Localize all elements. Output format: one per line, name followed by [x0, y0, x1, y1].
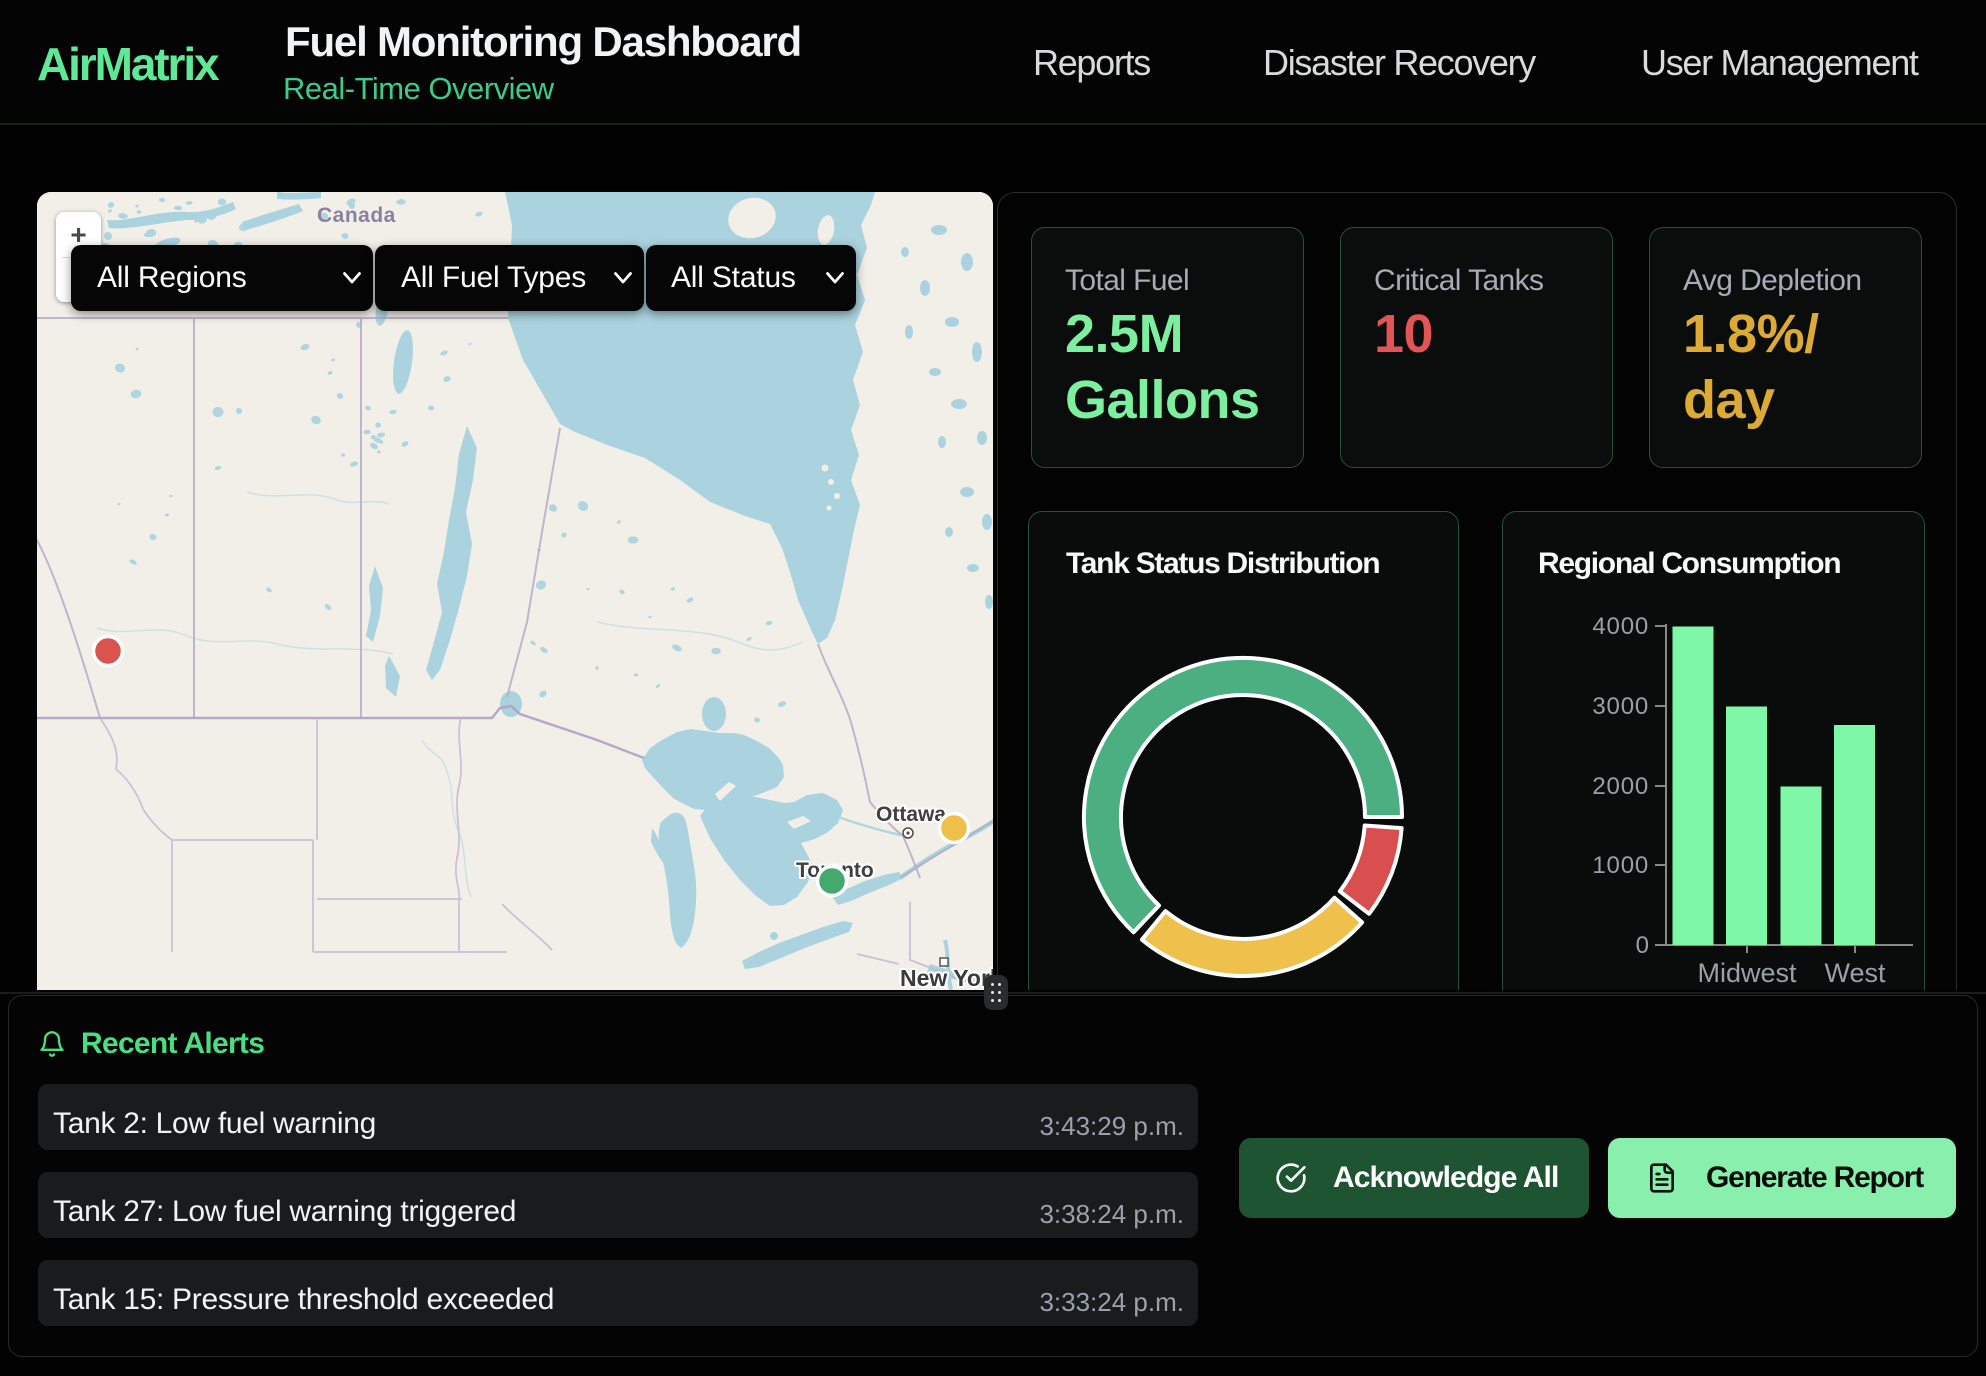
svg-text:Ottawa: Ottawa	[876, 803, 946, 826]
svg-text:Canada: Canada	[317, 204, 396, 227]
svg-text:1000: 1000	[1592, 852, 1649, 879]
svg-text:West: West	[1824, 958, 1886, 988]
svg-text:0: 0	[1636, 932, 1649, 959]
svg-text:4000: 4000	[1592, 613, 1649, 640]
svg-text:Midwest: Midwest	[1697, 958, 1797, 988]
svg-text:New York: New York	[900, 965, 993, 990]
svg-text:3000: 3000	[1592, 693, 1649, 720]
svg-text:2000: 2000	[1592, 773, 1649, 800]
